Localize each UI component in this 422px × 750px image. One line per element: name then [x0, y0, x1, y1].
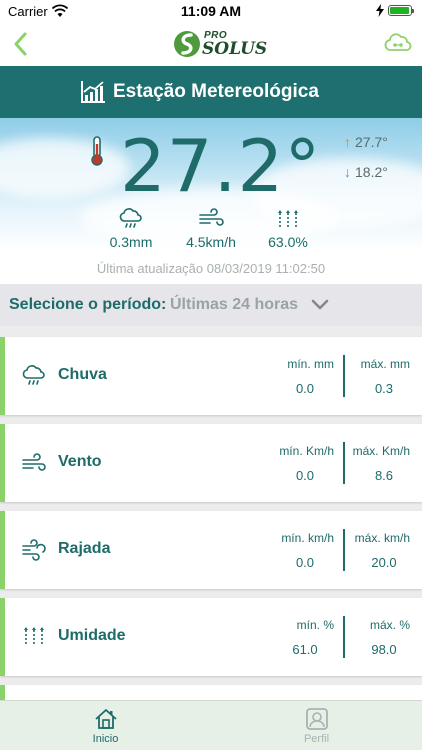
arrow-up-icon: ↑ — [344, 134, 351, 150]
tab-label: Perfil — [303, 733, 330, 745]
rain-cloud-icon — [22, 365, 45, 385]
max-label: máx. % — [369, 618, 410, 632]
card-umidade[interactable]: Umidade mín. % 61.0 máx. % 98.0 — [0, 598, 422, 676]
min-label: mín. mm — [287, 357, 334, 371]
min-value: 0.0 — [295, 468, 315, 483]
gust-icon — [22, 539, 46, 561]
card-label: Vento — [58, 453, 102, 470]
min-label: mín. Km/h — [279, 444, 334, 458]
wind-icon — [22, 453, 46, 471]
thermometer-icon — [91, 136, 103, 166]
prosolus-logo: PRO SOLUS — [172, 28, 267, 60]
nav-bar: PRO SOLUS — [0, 22, 422, 66]
card-chuva[interactable]: Chuva mín. mm 0.0 máx. mm 0.3 — [0, 337, 422, 415]
period-label: Selecione o período: — [9, 296, 167, 313]
period-selector[interactable]: Selecione o período: Últimas 24 horas — [0, 284, 422, 326]
title-bar: Estação Metereológica — [0, 66, 422, 118]
card-label: Rajada — [58, 540, 111, 557]
min-label: mín. % — [296, 618, 334, 632]
divider — [343, 529, 345, 571]
min-column: mín. mm 0.0 — [262, 357, 334, 396]
current-temperature: 27.2° — [120, 124, 322, 208]
chart-icon — [81, 81, 105, 103]
max-label: máx. mm — [360, 357, 410, 371]
min-value: 0.0 — [295, 555, 315, 570]
tab-label: Inicio — [92, 733, 119, 745]
card-accent — [0, 424, 5, 502]
home-icon — [94, 709, 117, 729]
card-vento[interactable]: Vento mín. Km/h 0.0 máx. Km/h 8.6 — [0, 424, 422, 502]
wind-icon — [199, 208, 224, 226]
max-column: máx. km/h 20.0 — [346, 531, 410, 570]
profile-icon — [305, 708, 328, 730]
max-column: máx. % 98.0 — [346, 618, 410, 657]
tab-bar: Inicio Perfil — [0, 700, 422, 750]
card-label: Chuva — [58, 366, 107, 383]
tab-perfil[interactable]: Perfil — [211, 701, 422, 750]
min-value: 0.0 — [295, 381, 315, 396]
tab-inicio[interactable]: Inicio — [0, 701, 211, 750]
max-value: 0.3 — [374, 381, 394, 396]
rain-metric: 0.3mm — [91, 208, 171, 250]
card-label: Umidade — [58, 627, 126, 644]
back-button[interactable] — [6, 28, 36, 60]
arrow-down-icon: ↓ — [344, 164, 351, 180]
card-accent — [0, 337, 5, 415]
cloud-menu-button[interactable] — [384, 31, 412, 55]
divider — [343, 442, 345, 484]
period-value[interactable]: Últimas 24 horas — [170, 296, 298, 314]
card-accent — [0, 598, 5, 676]
max-value: 98.0 — [371, 642, 397, 657]
humidity-metric: 63.0% — [248, 208, 328, 250]
divider — [343, 355, 345, 397]
max-label: máx. km/h — [354, 531, 410, 545]
charging-icon — [376, 4, 384, 17]
min-value: 61.0 — [292, 642, 318, 657]
max-value: 8.6 — [374, 468, 394, 483]
max-label: máx. Km/h — [352, 444, 410, 458]
clock: 11:09 AM — [180, 3, 242, 19]
weather-panel: 27.2° ↑ 27.7° ↓ 18.2° 0.3mm 4.5km/h 63.0% … — [0, 118, 422, 284]
divider — [343, 616, 345, 658]
wind-metric: 4.5km/h — [171, 208, 251, 250]
min-label: mín. km/h — [281, 531, 334, 545]
battery-icon — [388, 5, 414, 16]
min-column: mín. km/h 0.0 — [262, 531, 334, 570]
min-column: mín. Km/h 0.0 — [262, 444, 334, 483]
min-temperature: ↓ 18.2° — [344, 164, 388, 180]
max-column: máx. mm 0.3 — [346, 357, 410, 396]
page-title: Estação Metereológica — [113, 81, 319, 102]
card-accent — [0, 511, 5, 589]
card-rajada[interactable]: Rajada mín. km/h 0.0 máx. km/h 20.0 — [0, 511, 422, 589]
last-update: Última atualização 08/03/2019 11:02:50 — [96, 261, 326, 276]
humidity-icon — [24, 627, 44, 646]
chevron-down-icon[interactable] — [310, 298, 330, 312]
max-value: 20.0 — [371, 555, 397, 570]
humidity-icon — [278, 210, 298, 227]
status-bar: Carrier 11:09 AM — [0, 0, 422, 22]
min-column: mín. % 61.0 — [262, 618, 334, 657]
max-temperature: ↑ 27.7° — [344, 134, 388, 150]
rain-cloud-icon — [119, 208, 142, 228]
max-column: máx. Km/h 8.6 — [346, 444, 410, 483]
